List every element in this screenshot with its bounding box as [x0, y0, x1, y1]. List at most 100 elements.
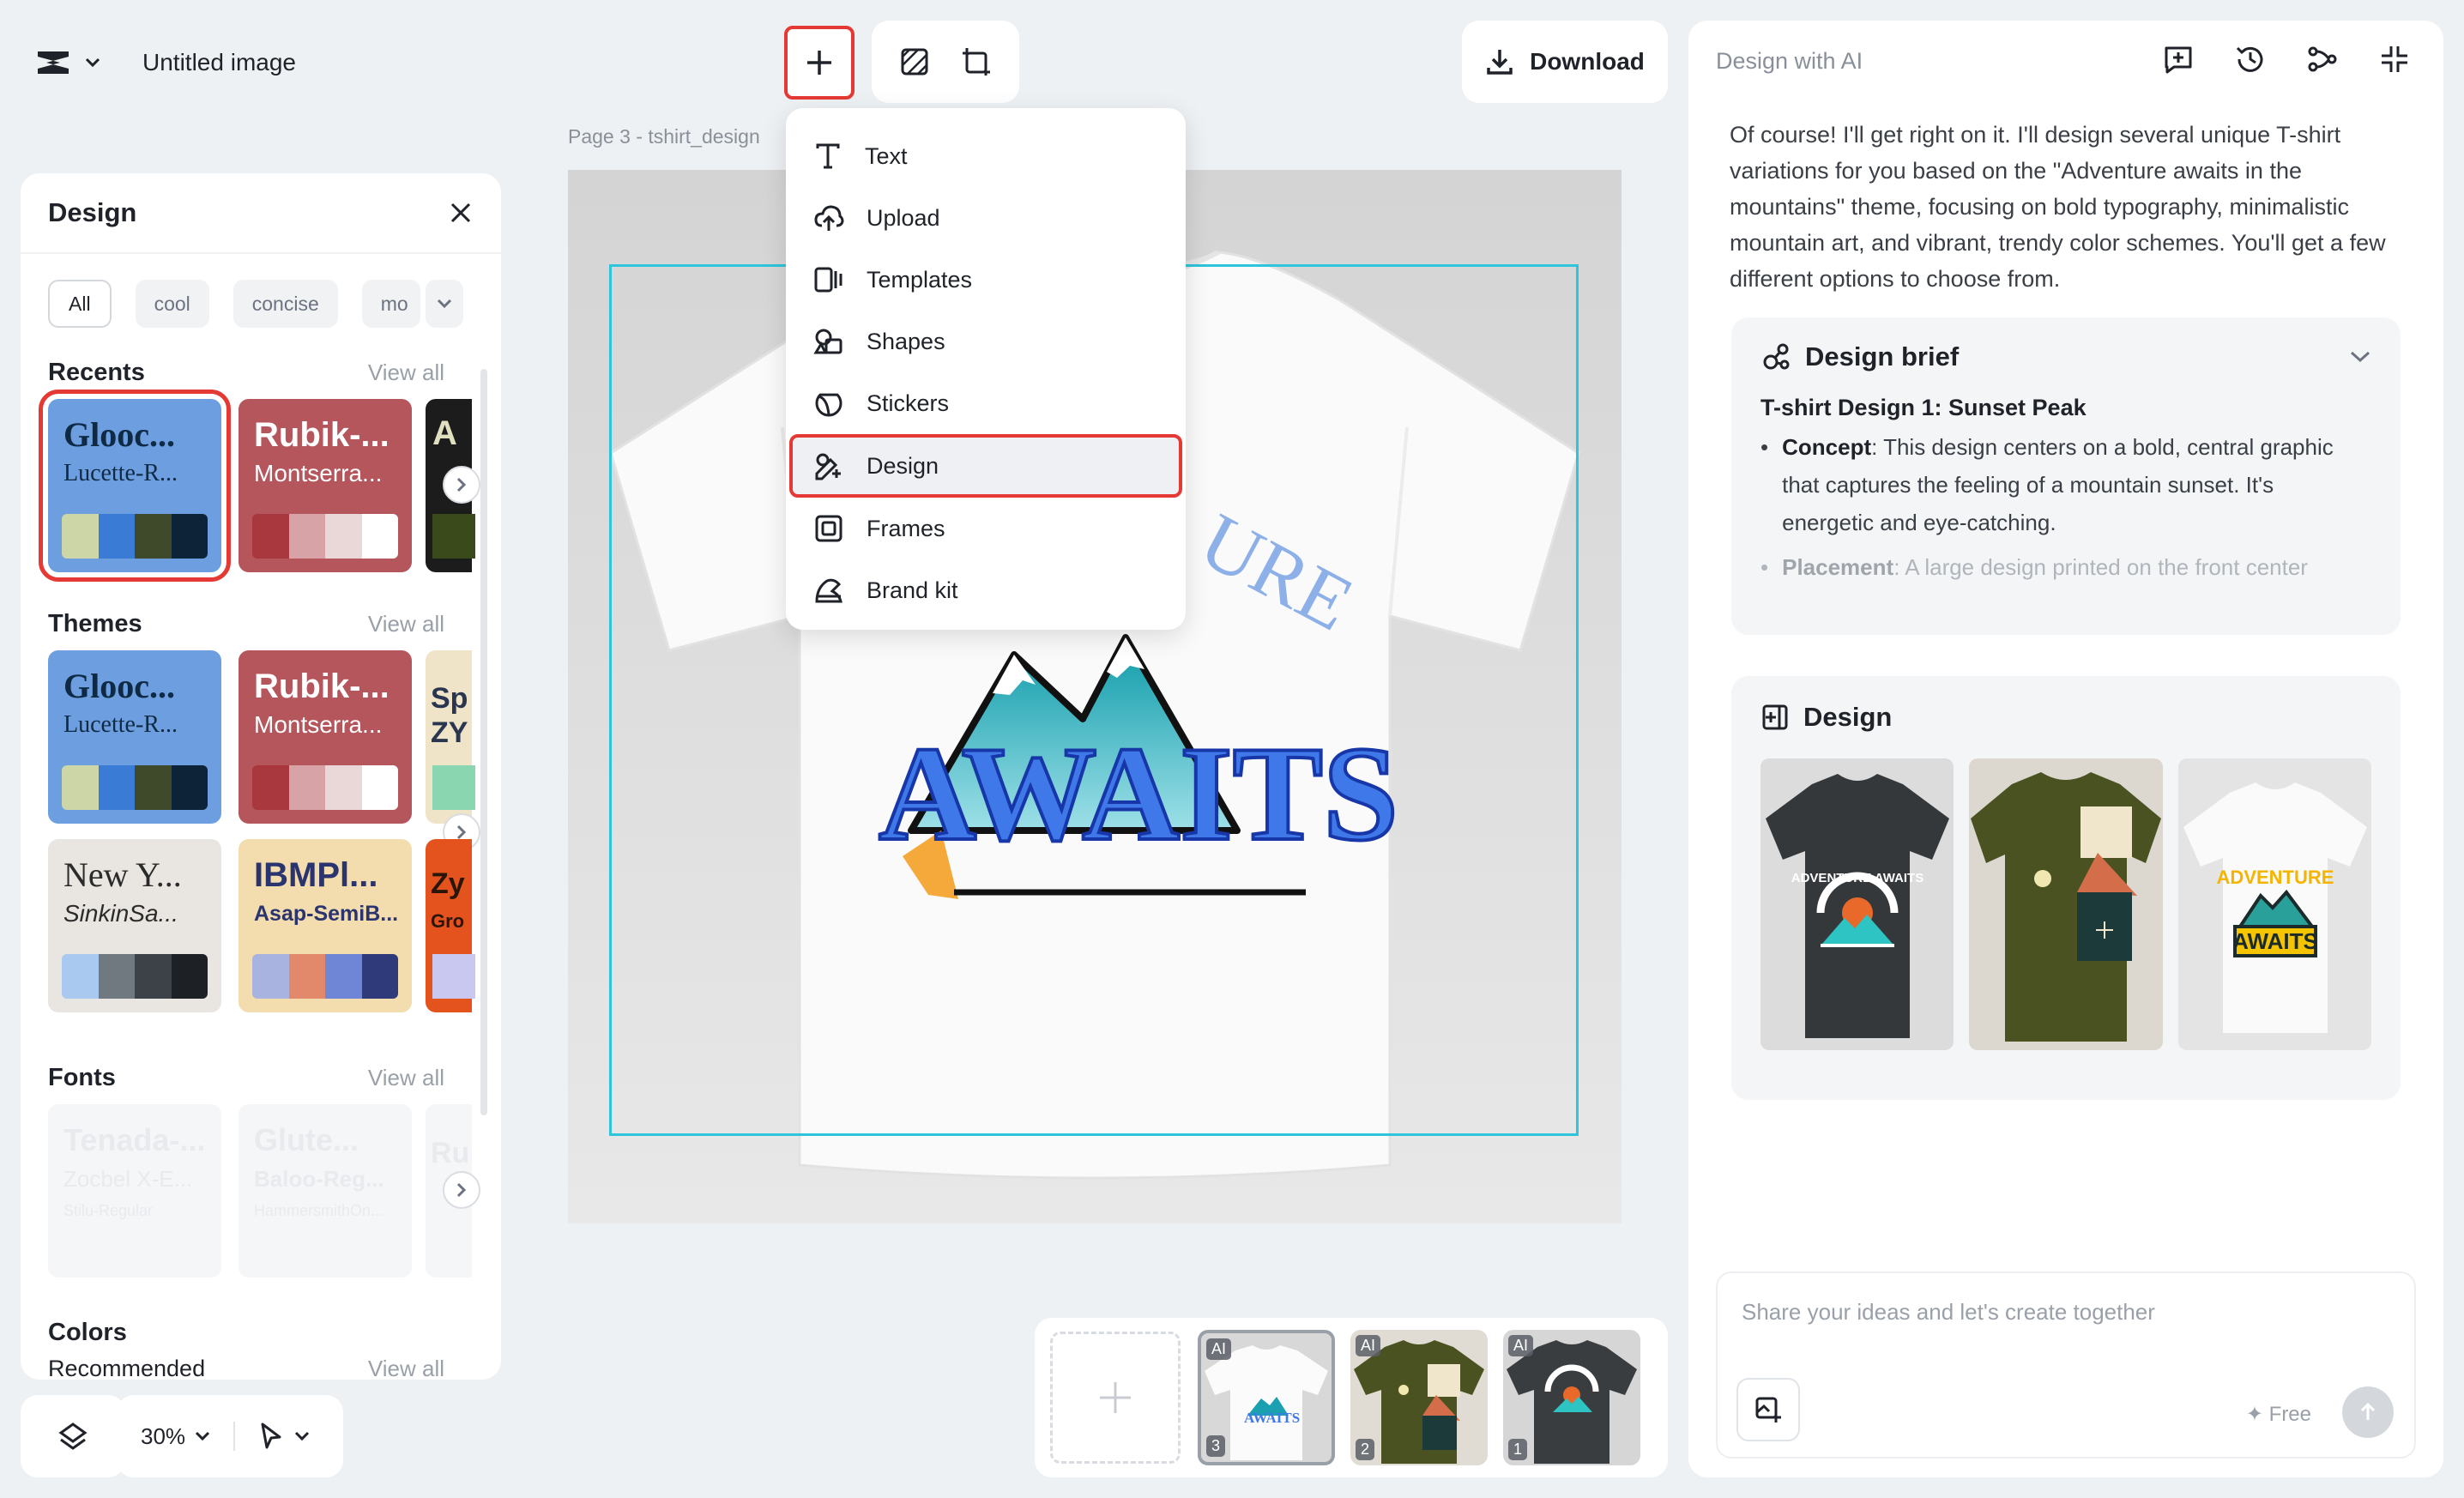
capcut-logo-icon: [38, 51, 69, 74]
chevron-right-icon: [456, 1182, 467, 1198]
menu-item-label: Frames: [867, 515, 945, 541]
design-brief-card: Design brief T-shirt Design 1: Sunset Pe…: [1731, 317, 2401, 635]
themes-row-1: Glooc... Lucette-R... Rubik-... Montserr…: [21, 650, 501, 851]
share-flow-icon[interactable]: [2306, 43, 2339, 76]
design-icon: [815, 453, 841, 480]
document-title[interactable]: Untitled image: [142, 45, 296, 81]
download-button[interactable]: Download: [1462, 21, 1668, 103]
zoom-level[interactable]: 30%: [141, 1423, 185, 1450]
menu-item-text[interactable]: Text: [794, 125, 1177, 187]
menu-item-upload[interactable]: Upload: [794, 187, 1177, 249]
color-swatch: [62, 954, 208, 999]
font-tile[interactable]: Glute... Baloo-Reg... HammersmithOn...: [239, 1104, 412, 1278]
add-element-button[interactable]: [784, 26, 855, 100]
theme-tile[interactable]: Rubik-... Montserra...: [239, 650, 412, 824]
design-result-dark-shirt[interactable]: ADVENTURE AWAITS: [1760, 758, 1954, 1050]
menu-item-templates[interactable]: Templates: [794, 249, 1177, 311]
chat-input-box[interactable]: Share your ideas and let's create togeth…: [1716, 1271, 2416, 1459]
chips-expand-button[interactable]: [425, 280, 463, 328]
close-icon[interactable]: [448, 200, 474, 226]
theme-tile[interactable]: Glooc... Lucette-R...: [48, 650, 221, 824]
background-tool-button[interactable]: [899, 46, 930, 77]
history-icon[interactable]: [2234, 43, 2267, 76]
recents-header: Recents View all: [21, 359, 472, 387]
page-thumb-1[interactable]: AI 1: [1503, 1330, 1640, 1465]
layers-icon: [58, 1422, 88, 1450]
plus-icon: [807, 51, 831, 75]
theme-tile[interactable]: IBMPl... Asap-SemiB...: [239, 839, 412, 1012]
resize-icon: [963, 48, 990, 76]
resize-tool-button[interactable]: [961, 46, 992, 77]
menu-item-stickers[interactable]: Stickers: [794, 372, 1177, 434]
menu-item-shapes[interactable]: Shapes: [794, 311, 1177, 372]
theme-tile[interactable]: Sp ZY: [426, 650, 475, 824]
dark-shirt-text: ADVENTURE AWAITS: [1791, 871, 1923, 885]
design-panel: Design All cool concise mo Recents View …: [21, 173, 501, 1380]
themes-title: Themes: [48, 610, 142, 637]
add-element-menu: Text Upload Templates Shapes Stickers De…: [786, 108, 1186, 630]
ai-design-panel: Design with AI Of course! I'll get right…: [1688, 21, 2443, 1477]
white-shirt-main-text: AWAITS: [2232, 928, 2318, 954]
panel-scrollbar[interactable]: [480, 369, 487, 1115]
chevron-down-icon[interactable]: [293, 1430, 311, 1442]
recent-tile[interactable]: Glooc... Lucette-R...: [39, 390, 231, 582]
send-button[interactable]: [2342, 1386, 2394, 1438]
chip-concise[interactable]: concise: [233, 280, 338, 328]
page-thumb-2[interactable]: AI 2: [1350, 1330, 1488, 1465]
design-results-title: Design: [1803, 702, 1893, 732]
menu-item-label: Upload: [867, 204, 940, 231]
design-result-white-shirt[interactable]: ADVENTURE AWAITS: [2177, 758, 2371, 1050]
chat-input-placeholder[interactable]: Share your ideas and let's create togeth…: [1742, 1299, 2155, 1326]
recent-tile[interactable]: Rubik-... Montserra...: [239, 399, 412, 572]
recents-title: Recents: [48, 359, 145, 386]
collapse-icon[interactable]: [2378, 43, 2411, 76]
background-icon: [901, 48, 928, 76]
menu-item-label: Brand kit: [867, 577, 958, 603]
themes-view-all[interactable]: View all: [368, 611, 444, 637]
font-tile[interactable]: Tenada-... Zocbel X-E... Stilu-Regular: [48, 1104, 221, 1278]
menu-item-label: Templates: [867, 266, 973, 293]
chip-all[interactable]: All: [48, 280, 112, 328]
chevron-down-icon[interactable]: [194, 1430, 211, 1442]
divider: [233, 1422, 236, 1451]
design-result-olive-shirt[interactable]: [1969, 758, 2163, 1050]
theme-tile[interactable]: Zy Gro: [426, 839, 475, 1012]
menu-item-frames[interactable]: Frames: [794, 498, 1177, 559]
fonts-next-button[interactable]: [443, 1171, 480, 1209]
fonts-view-all[interactable]: View all: [368, 1065, 444, 1091]
chevron-down-icon[interactable]: [2349, 349, 2371, 365]
theme-tile[interactable]: New Y... SinkinSa...: [48, 839, 221, 1012]
arrow-up-icon: [2360, 1402, 2376, 1420]
zoom-controls: 30%: [117, 1395, 343, 1477]
attach-image-button[interactable]: [1736, 1378, 1800, 1441]
color-swatch: [252, 954, 398, 999]
chevron-down-icon: [437, 299, 451, 309]
app-menu-button[interactable]: [34, 43, 112, 82]
recents-view-all[interactable]: View all: [368, 359, 444, 386]
sticker-icon: [815, 393, 842, 417]
chip-more[interactable]: mo: [361, 280, 420, 328]
white-shirt-arc-text: ADVENTURE: [2216, 867, 2334, 888]
layers-button[interactable]: [21, 1395, 125, 1477]
color-swatch: [62, 514, 208, 559]
design-brief-header[interactable]: Design brief: [1760, 341, 2371, 372]
recents-next-button[interactable]: [443, 466, 480, 504]
colors-view-all[interactable]: View all: [368, 1356, 444, 1380]
page-number: 1: [1508, 1439, 1528, 1460]
concept-label: Concept: [1782, 434, 1872, 460]
fonts-tiles: Tenada-... Zocbel X-E... Stilu-Regular G…: [21, 1104, 501, 1278]
fonts-header: Fonts View all: [21, 1064, 472, 1092]
plus-icon: [1100, 1382, 1131, 1413]
menu-item-design[interactable]: Design: [789, 434, 1182, 498]
pointer-icon[interactable]: [257, 1422, 285, 1451]
design-results-header: Design: [1760, 702, 2371, 733]
menu-item-brand-kit[interactable]: Brand kit: [794, 559, 1177, 621]
olive-shirt-image: [1971, 772, 2162, 1042]
ai-panel-actions: [2162, 43, 2411, 76]
add-page-button[interactable]: [1050, 1332, 1181, 1464]
page-thumb-3[interactable]: AWAITS AI 3: [1198, 1330, 1335, 1465]
chip-cool[interactable]: cool: [135, 280, 209, 328]
frame-icon: [815, 515, 842, 542]
placement-label: Placement: [1782, 554, 1894, 580]
new-chat-icon[interactable]: [2162, 43, 2195, 76]
